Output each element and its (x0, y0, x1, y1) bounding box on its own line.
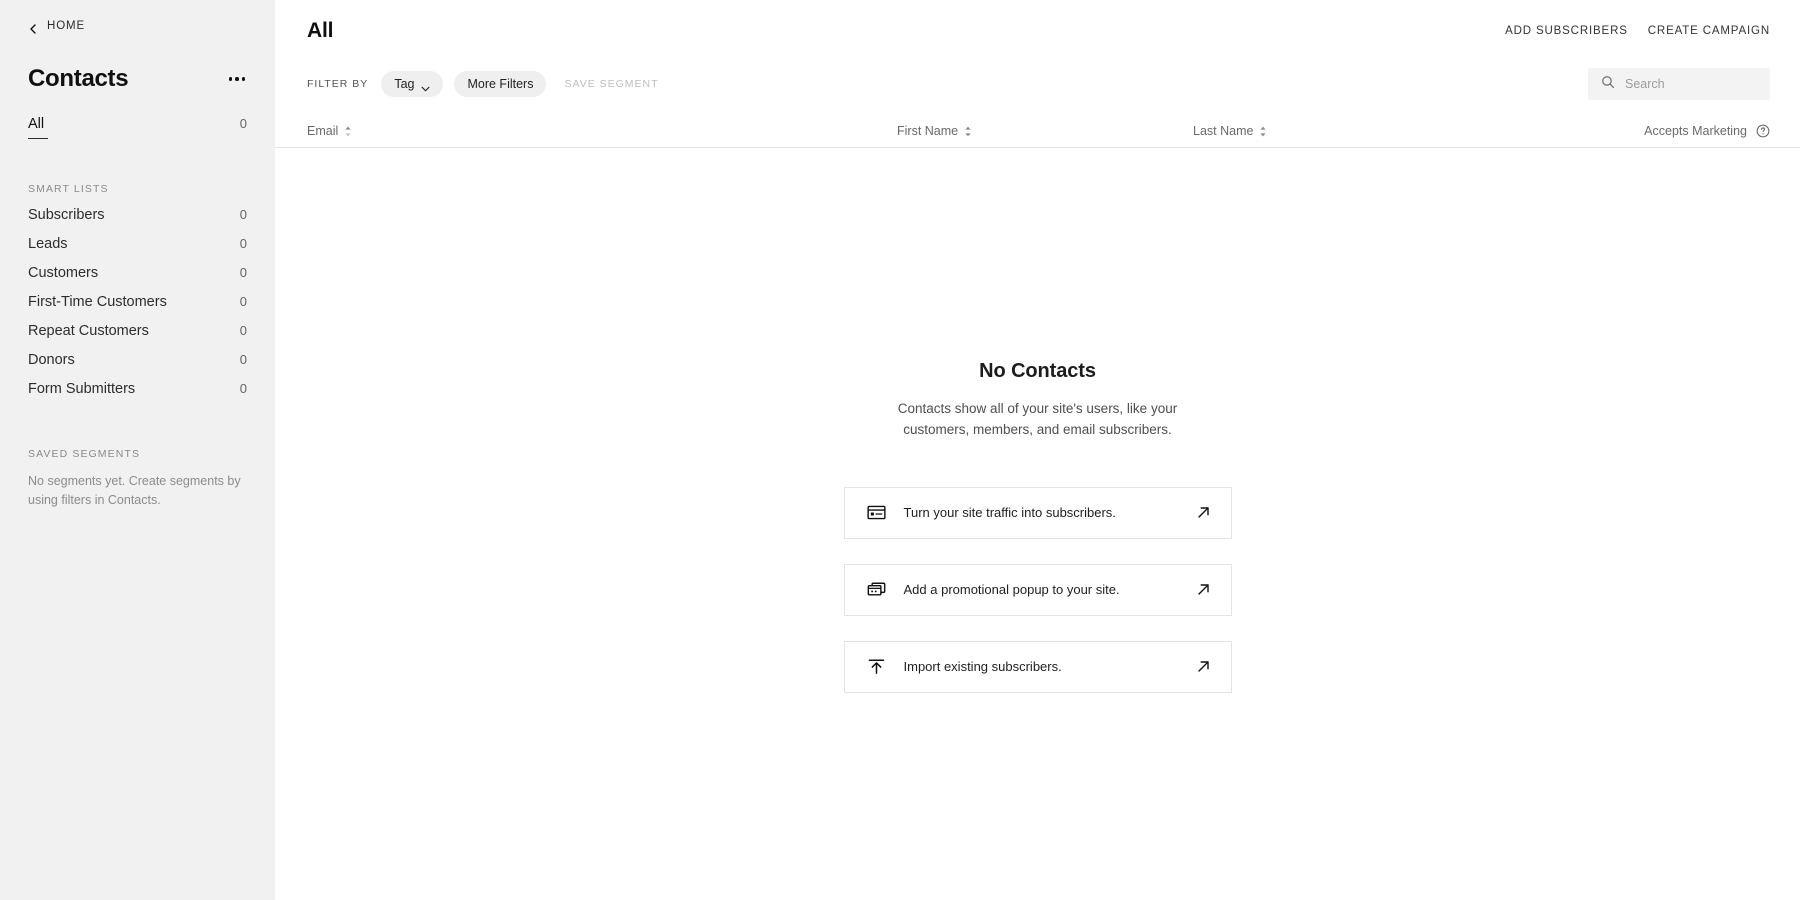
sidebar-item-count: 0 (239, 352, 247, 367)
column-label: Last Name (1193, 124, 1254, 138)
banner-icon (866, 503, 886, 522)
sidebar-item-subscribers[interactable]: Subscribers 0 (28, 207, 247, 236)
upload-icon (867, 657, 886, 676)
sidebar-item-label: First-Time Customers (28, 294, 167, 310)
suggestion-card-import-subscribers[interactable]: Import existing subscribers. (843, 640, 1232, 693)
sidebar-item-form-submitters[interactable]: Form Submitters 0 (28, 381, 247, 410)
search-input[interactable] (1625, 77, 1757, 91)
sidebar-item-customers[interactable]: Customers 0 (28, 265, 247, 294)
sort-arrows-icon (1259, 126, 1267, 137)
column-label: Accepts Marketing (1644, 124, 1747, 138)
suggestion-card-site-traffic[interactable]: Turn your site traffic into subscribers. (843, 486, 1232, 539)
suggestion-cards: Turn your site traffic into subscribers. (843, 486, 1232, 718)
tag-filter-label: Tag (394, 77, 415, 91)
sort-arrows-icon (964, 126, 972, 137)
sidebar-item-repeat-customers[interactable]: Repeat Customers 0 (28, 323, 247, 352)
more-filters-button[interactable]: More Filters (454, 71, 547, 97)
suggestion-card-promotional-popup[interactable]: Add a promotional popup to your site. (843, 563, 1232, 616)
empty-state-description: Contacts show all of your site's users, … (897, 401, 1178, 437)
sidebar-item-count: 0 (239, 207, 247, 222)
popup-icon (867, 580, 886, 599)
chevron-down-icon (421, 81, 430, 92)
arrow-up-right-icon (1196, 505, 1211, 520)
main-content: All ADD SUBSCRIBERS CREATE CAMPAIGN FILT… (275, 0, 1800, 900)
sidebar-item-label: All (28, 116, 49, 139)
sidebar-item-all[interactable]: All 0 (28, 116, 247, 145)
sidebar-item-count: 0 (239, 236, 247, 251)
smart-lists-heading: SMART LISTS (28, 183, 109, 195)
sidebar-item-count: 0 (239, 381, 247, 396)
page-title: All (307, 19, 334, 42)
tag-filter-dropdown[interactable]: Tag (381, 71, 444, 97)
sidebar-item-label: Donors (28, 352, 75, 368)
sidebar-item-count: 0 (239, 323, 247, 338)
sidebar-item-label: Repeat Customers (28, 323, 149, 339)
sidebar-item-first-time-customers[interactable]: First-Time Customers 0 (28, 294, 247, 323)
contacts-app: HOME Contacts All 0 SMART LISTS Subscrib… (0, 0, 1800, 900)
column-header-first-name[interactable]: First Name (897, 124, 1193, 138)
suggestion-card-label: Add a promotional popup to your site. (903, 582, 1120, 598)
filter-by-label: FILTER BY (307, 78, 369, 90)
sidebar-item-count: 0 (239, 265, 247, 280)
add-subscribers-button[interactable]: ADD SUBSCRIBERS (1505, 21, 1628, 41)
column-header-accepts-marketing: Accepts Marketing (1644, 124, 1770, 138)
saved-segments-heading: SAVED SEGMENTS (28, 448, 141, 460)
column-header-email[interactable]: Email (307, 124, 897, 138)
sidebar: HOME Contacts All 0 SMART LISTS Subscrib… (0, 0, 275, 900)
contacts-table-header: Email First Name Last Name Accepts Marke… (275, 124, 1800, 148)
empty-state-title: No Contacts (979, 360, 1096, 382)
chevron-left-icon (28, 21, 38, 34)
ellipsis-icon[interactable] (227, 71, 248, 87)
sidebar-item-label: Leads (28, 236, 68, 252)
search-box[interactable] (1588, 68, 1770, 100)
filter-bar: FILTER BY Tag More Filters SAVE SEGMENT (275, 62, 1800, 106)
sidebar-title: Contacts (28, 65, 129, 92)
create-campaign-button[interactable]: CREATE CAMPAIGN (1648, 21, 1770, 41)
arrow-up-right-icon (1196, 582, 1211, 597)
home-label: HOME (47, 20, 86, 32)
empty-state: No Contacts Contacts show all of your si… (275, 148, 1800, 718)
sidebar-item-label: Subscribers (28, 207, 105, 223)
sidebar-item-count: 0 (239, 294, 247, 309)
filter-controls: FILTER BY Tag More Filters SAVE SEGMENT (307, 71, 659, 97)
save-segment-button: SAVE SEGMENT (564, 78, 659, 90)
sort-arrows-icon (344, 126, 352, 137)
suggestion-card-label: Turn your site traffic into subscribers. (903, 505, 1116, 521)
suggestion-card-label: Import existing subscribers. (903, 659, 1062, 675)
page-header: All ADD SUBSCRIBERS CREATE CAMPAIGN (275, 0, 1800, 62)
sidebar-header: Contacts (28, 62, 247, 96)
question-circle-icon[interactable] (1756, 124, 1770, 138)
arrow-up-right-icon (1196, 659, 1211, 674)
sidebar-item-count: 0 (239, 116, 247, 131)
sidebar-item-leads[interactable]: Leads 0 (28, 236, 247, 265)
search-icon (1601, 75, 1615, 94)
header-actions: ADD SUBSCRIBERS CREATE CAMPAIGN (1505, 21, 1770, 41)
column-label: First Name (897, 124, 959, 138)
column-label: Email (307, 124, 339, 138)
home-back-link[interactable]: HOME (28, 0, 247, 34)
sidebar-item-label: Customers (28, 265, 99, 281)
saved-segments-empty-text: No segments yet. Create segments by usin… (28, 474, 241, 507)
smart-lists: Subscribers 0 Leads 0 Customers 0 First-… (28, 207, 247, 410)
sidebar-item-label: Form Submitters (28, 381, 136, 397)
sidebar-item-donors[interactable]: Donors 0 (28, 352, 247, 381)
column-header-last-name[interactable]: Last Name (1193, 124, 1644, 138)
